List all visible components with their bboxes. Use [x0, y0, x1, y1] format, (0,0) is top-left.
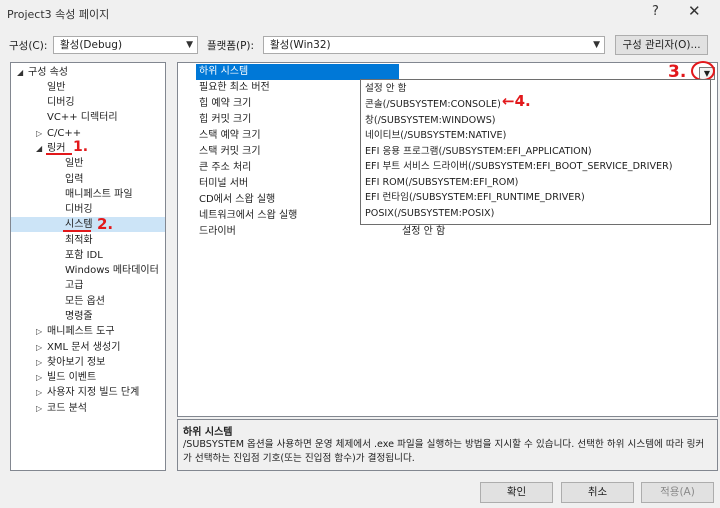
apply-button[interactable]: 적용(A): [641, 482, 714, 503]
expand-icon[interactable]: ▷: [36, 126, 42, 141]
tree-root[interactable]: ◢ 구성 속성: [17, 65, 68, 80]
ok-button[interactable]: 확인: [480, 482, 553, 503]
description-panel: 하위 시스템 /SUBSYSTEM 옵션을 사용하면 운영 체제에서 .exe …: [177, 419, 718, 471]
tree-item[interactable]: ▷ XML 문서 생성기: [36, 340, 120, 355]
tree-item[interactable]: ▷ 빌드 이벤트: [36, 370, 96, 385]
expand-icon[interactable]: ▷: [36, 401, 42, 416]
tree-item[interactable]: 입력: [65, 172, 83, 187]
dropdown-option[interactable]: POSIX(/SUBSYSTEM:POSIX): [365, 206, 494, 221]
category-tree[interactable]: ◢ 구성 속성 일반 디버깅 VC++ 디렉터리 ▷ C/C++ ◢ 링커 일반 입력…: [10, 62, 166, 471]
dropdown-option[interactable]: EFI 응용 프로그램(/SUBSYSTEM:EFI_APPLICATION): [365, 144, 592, 159]
tree-item[interactable]: 고급: [65, 278, 83, 293]
tree-item[interactable]: 일반: [47, 80, 65, 95]
tree-item[interactable]: ▷ 사용자 지정 빌드 단계: [36, 385, 139, 400]
annotation-underline: [46, 153, 72, 155]
config-value: 활성(Debug): [60, 39, 123, 51]
collapse-icon[interactable]: ◢: [36, 141, 42, 156]
platform-value: 활성(Win32): [270, 39, 331, 51]
platform-label: 플랫폼(P):: [207, 40, 255, 52]
subsystem-dropdown-list[interactable]: 설정 안 함 콘솔(/SUBSYSTEM:CONSOLE) 창(/SUBSYST…: [360, 79, 711, 225]
expand-icon[interactable]: ▷: [36, 340, 42, 355]
tree-item[interactable]: ▷ 찾아보기 정보: [36, 355, 105, 370]
tree-item[interactable]: 최적화: [65, 233, 93, 248]
dropdown-option[interactable]: EFI 부트 서비스 드라이버(/SUBSYSTEM:EFI_BOOT_SERV…: [365, 159, 673, 174]
annotation-2: 2.: [97, 215, 114, 233]
tree-item[interactable]: ▷ 매니페스트 도구: [36, 324, 115, 339]
config-label: 구성(C):: [9, 40, 48, 52]
dropdown-option[interactable]: 창(/SUBSYSTEM:WINDOWS): [365, 113, 496, 128]
dropdown-option[interactable]: EFI ROM(/SUBSYSTEM:EFI_ROM): [365, 175, 518, 190]
expand-icon[interactable]: ▷: [36, 355, 42, 370]
collapse-icon[interactable]: ◢: [17, 65, 23, 80]
tree-item[interactable]: ▷ 코드 분석: [36, 401, 87, 416]
description-title: 하위 시스템: [183, 427, 233, 438]
help-button[interactable]: ?: [652, 4, 659, 19]
dropdown-option-console[interactable]: 콘솔(/SUBSYSTEM:CONSOLE): [365, 97, 501, 112]
chevron-down-icon: ▼: [186, 40, 193, 50]
annotation-4: ←4.: [502, 92, 531, 110]
tree-item[interactable]: Windows 메타데이터: [65, 263, 159, 278]
description-text: /SUBSYSTEM 옵션을 사용하면 운영 체제에서 .exe 파일을 실행하…: [183, 439, 705, 464]
config-select[interactable]: 활성(Debug) ▼: [53, 36, 198, 54]
cancel-button[interactable]: 취소: [561, 482, 634, 503]
config-manager-button[interactable]: 구성 관리자(O)...: [615, 35, 708, 55]
annotation-1: 1.: [73, 139, 89, 155]
chevron-down-icon: ▼: [593, 40, 600, 50]
dropdown-option[interactable]: 네이티브(/SUBSYSTEM:NATIVE): [365, 128, 506, 143]
tree-item[interactable]: 일반: [65, 156, 83, 171]
tree-item[interactable]: 매니페스트 파일: [65, 187, 133, 202]
prop-row-subsystem[interactable]: 하위 시스템 ▼: [178, 64, 717, 80]
tree-item[interactable]: VC++ 디렉터리: [47, 110, 118, 125]
tree-item[interactable]: 모든 옵션: [65, 294, 105, 309]
annotation-underline: [63, 230, 91, 232]
arrow-left-icon: ←: [502, 92, 515, 110]
expand-icon[interactable]: ▷: [36, 370, 42, 385]
window-title: Project3 속성 페이지: [7, 8, 110, 21]
expand-icon[interactable]: ▷: [36, 385, 42, 400]
tree-item[interactable]: 디버깅: [47, 95, 75, 110]
expand-icon[interactable]: ▷: [36, 324, 42, 339]
close-button[interactable]: ✕: [688, 2, 701, 20]
tree-item[interactable]: 포함 IDL: [65, 248, 103, 263]
tree-item[interactable]: 디버깅: [65, 202, 93, 217]
tree-item[interactable]: 명령줄: [65, 309, 93, 324]
prop-row[interactable]: 드라이버 설정 안 함: [178, 224, 717, 240]
annotation-circle: [691, 61, 715, 81]
dropdown-option[interactable]: EFI 런타임(/SUBSYSTEM:EFI_RUNTIME_DRIVER): [365, 190, 585, 205]
dropdown-option[interactable]: 설정 안 함: [365, 81, 406, 96]
platform-select[interactable]: 활성(Win32) ▼: [263, 36, 605, 54]
